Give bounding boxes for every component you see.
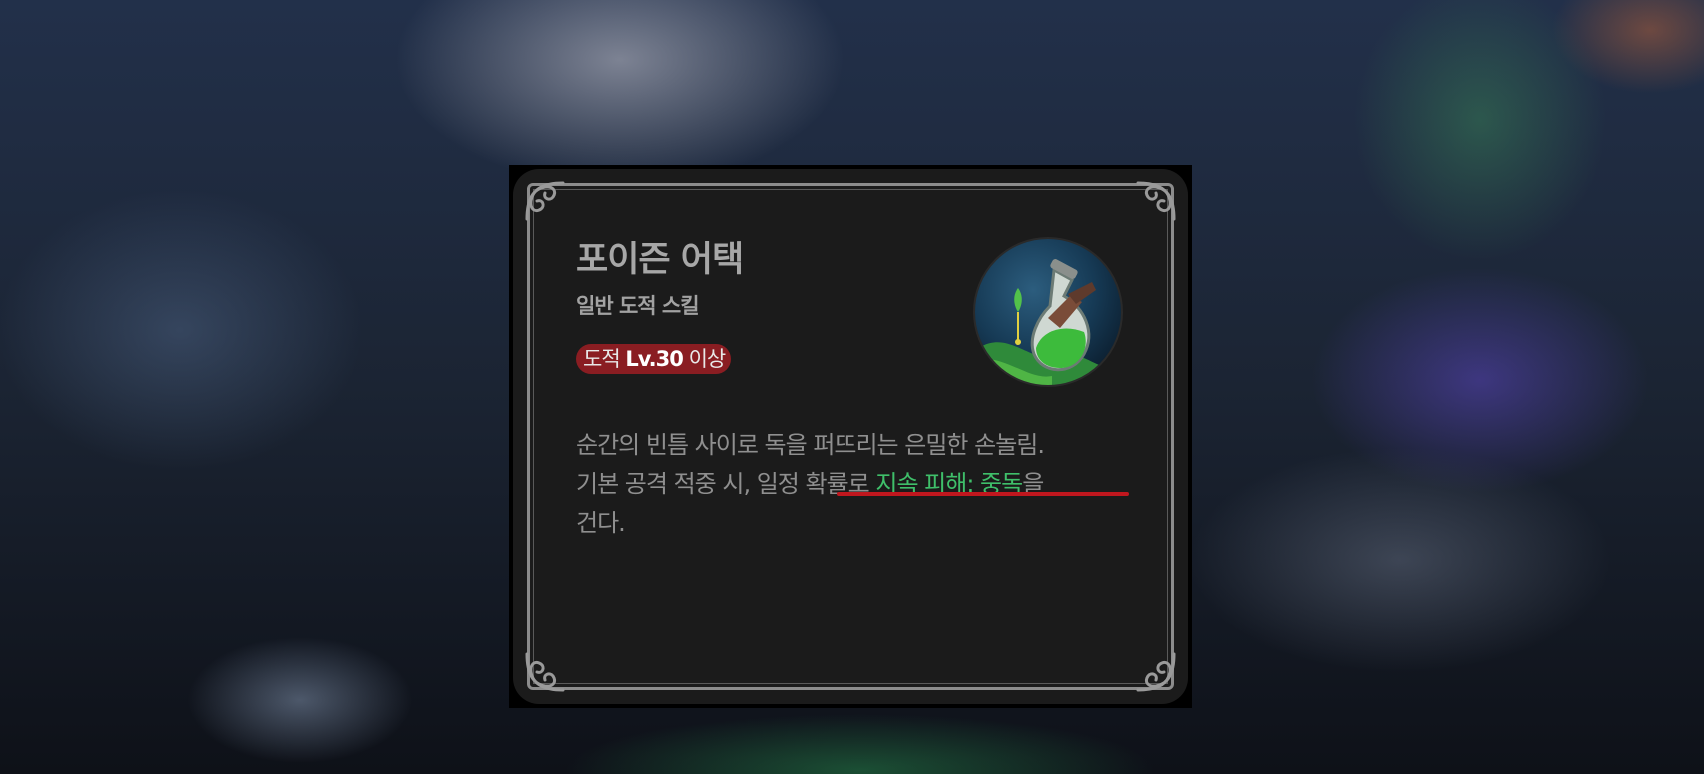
corner-ornament-icon (1134, 650, 1178, 694)
poison-flask-icon (972, 236, 1124, 388)
corner-ornament-icon (523, 179, 567, 223)
skill-title: 포이즌 어택 (576, 240, 744, 280)
description-line: 기본 공격 적중 시, 일정 확률로 지속 피해: 중독을 (576, 465, 1136, 504)
corner-ornament-icon (1134, 179, 1178, 223)
skill-category: 일반 도적 스킬 (576, 294, 700, 318)
level-requirement-badge: 도적 Lv.30 이상 (576, 344, 732, 374)
skill-card: 포이즌 어택 일반 도적 스킬 도적 Lv.30 이상 순간의 빈틈 사이로 독… (513, 169, 1188, 704)
requirement-class: 도적 (583, 347, 621, 371)
description-prefix: 기본 공격 적중 시, (576, 470, 757, 498)
description-line: 순간의 빈틈 사이로 독을 퍼뜨리는 은밀한 손놀림. (576, 431, 1045, 459)
requirement-level: Lv.30 (625, 347, 684, 371)
skill-description: 순간의 빈틈 사이로 독을 퍼뜨리는 은밀한 손놀림. 기본 공격 적중 시, … (576, 426, 1136, 543)
corner-ornament-icon (523, 650, 567, 694)
description-line: 건다. (576, 509, 626, 537)
highlight-underline (837, 492, 1129, 496)
skill-tooltip-panel: 포이즌 어택 일반 도적 스킬 도적 Lv.30 이상 순간의 빈틈 사이로 독… (509, 165, 1192, 708)
requirement-suffix: 이상 (688, 347, 727, 371)
